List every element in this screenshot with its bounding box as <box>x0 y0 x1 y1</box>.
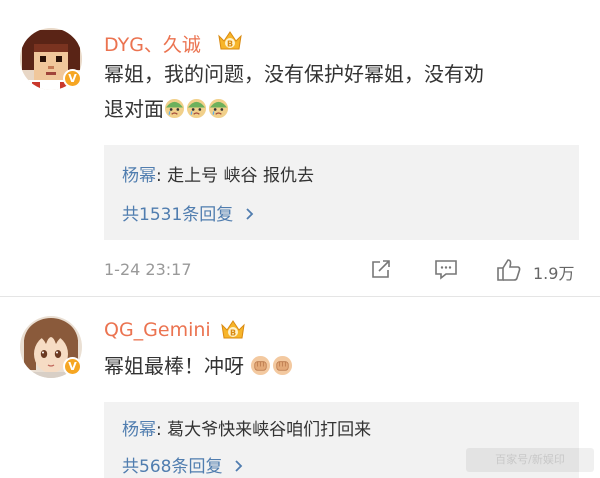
sad-cry-emoji <box>164 98 185 119</box>
sad-cry-emoji <box>208 98 229 119</box>
like-count: 1.9万 <box>533 264 575 283</box>
verified-badge-icon: V <box>63 357 82 376</box>
comment-time: 1-24 23:17 <box>104 260 192 279</box>
fist-emoji <box>272 355 293 376</box>
comment-text: 幂姐，我的问题，没有保护好幂姐，没有劝 退对面 <box>104 57 574 127</box>
comment-footer: 1-24 23:17 1.9万 <box>104 258 584 283</box>
comment-text-line-2: 退对面 <box>104 92 574 127</box>
reply-preview-box[interactable]: 杨幂: 走上号 峡谷 报仇去 共1531条回复 <box>104 145 579 240</box>
svg-text:B: B <box>227 40 233 49</box>
comment-text-content: 幂姐最棒！冲呀 <box>104 354 244 378</box>
verified-badge-icon: V <box>63 69 82 88</box>
fist-emoji <box>250 355 271 376</box>
like-icon[interactable] <box>496 258 522 282</box>
vip-crown-icon: B <box>218 31 242 50</box>
svg-text:B: B <box>230 329 236 338</box>
comment-text-line: 幂姐，我的问题，没有保护好幂姐，没有劝 <box>104 62 484 86</box>
comment-username[interactable]: QG_Gemini <box>104 319 211 341</box>
more-replies-link[interactable]: 共1531条回复 <box>122 200 255 225</box>
reply-text: : 走上号 峡谷 报仇去 <box>156 166 314 186</box>
share-icon[interactable] <box>370 258 392 280</box>
comment-item: V DYG、久诚 B 幂姐，我的问题，没有保护好幂姐，没有劝 退对面 杨幂: 走… <box>0 0 600 296</box>
reply-preview: 杨幂: 走上号 峡谷 报仇去 <box>122 161 314 186</box>
reply-text: : 葛大爷快来峡谷咱们打回来 <box>156 420 372 440</box>
more-replies-link[interactable]: 共568条回复 <box>122 452 244 477</box>
reply-author[interactable]: 杨幂 <box>122 420 156 440</box>
comment-text: 幂姐最棒！冲呀 <box>104 349 574 384</box>
vip-crown-icon: B <box>221 320 245 339</box>
sad-cry-emoji <box>186 98 207 119</box>
chevron-right-icon <box>235 460 243 472</box>
more-replies-label: 共1531条回复 <box>122 205 234 225</box>
watermark: 百家号/新娱印 <box>466 448 594 472</box>
comment-icon[interactable] <box>434 258 458 280</box>
more-replies-label: 共568条回复 <box>122 457 223 477</box>
chevron-right-icon <box>246 208 253 220</box>
reply-author[interactable]: 杨幂 <box>122 166 156 186</box>
comment-username[interactable]: DYG、久诚 <box>104 30 201 57</box>
reply-preview: 杨幂: 葛大爷快来峡谷咱们打回来 <box>122 415 371 440</box>
comment-text-line-content: 退对面 <box>104 97 164 121</box>
